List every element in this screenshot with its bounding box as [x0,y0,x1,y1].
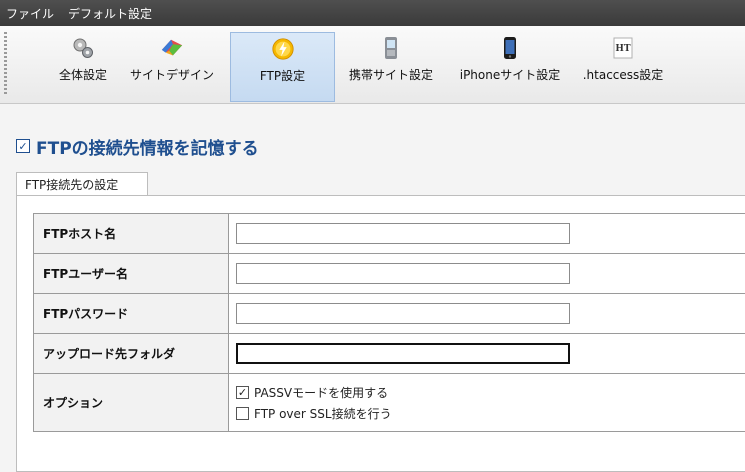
ssl-label[interactable]: FTP over SSL接続を行う [254,405,392,422]
ftp-host-input[interactable] [236,223,570,244]
folder-label: アップロード先フォルダ [33,333,229,374]
upload-folder-input[interactable] [236,343,570,364]
tool-label: .htaccess設定 [582,68,664,82]
ftp-settings-panel: FTPホスト名 FTPユーザー名 FTPパスワード アップロード先フォルダ オプ… [16,195,745,472]
ftp-form-table: FTPホスト名 FTPユーザー名 FTPパスワード アップロード先フォルダ オプ… [33,213,745,432]
palette-icon [160,36,184,60]
toolbar: 全体設定 サイトデザイン FTP設定 携帯サイト設定 iPhoneサイト設定 H… [0,26,745,104]
pasv-checkbox[interactable]: ✓ [236,385,249,399]
menu-file[interactable]: ファイル [6,5,54,22]
options-label: オプション [33,373,229,432]
form-row-folder: アップロード先フォルダ [33,333,745,374]
gear-icon [71,36,95,60]
tab-ftp-connection-settings[interactable]: FTP接続先の設定 [16,172,148,196]
tool-general-settings[interactable]: 全体設定 [50,32,116,102]
host-label: FTPホスト名 [33,213,229,254]
pasv-option[interactable]: ✓ PASSVモードを使用する [236,382,745,403]
pasv-label[interactable]: PASSVモードを使用する [254,384,388,401]
ftp-bolt-icon [271,37,295,61]
mobile-phone-icon [379,36,403,60]
tool-label: FTP設定 [259,69,306,83]
tool-site-design[interactable]: サイトデザイン [118,32,226,102]
toolbar-grip[interactable] [4,32,7,96]
htaccess-icon-text: HT [615,44,631,54]
menu-bar: ファイル デフォルト設定 [0,0,745,26]
tool-label: 携帯サイト設定 [348,68,433,82]
tab-label: FTP接続先の設定 [25,178,119,192]
tool-htaccess-settings[interactable]: HT .htaccess設定 [573,32,673,102]
remember-ftp-checkbox[interactable]: ✓ [16,139,30,153]
ssl-option[interactable]: FTP over SSL接続を行う [236,403,745,424]
remember-ftp-section: ✓ FTPの接続先情報を記憶する [16,134,259,159]
form-row-options: オプション ✓ PASSVモードを使用する FTP over SSL接続を行う [33,373,745,432]
user-label: FTPユーザー名 [33,253,229,294]
tool-iphone-site-settings[interactable]: iPhoneサイト設定 [449,32,571,102]
password-label: FTPパスワード [33,293,229,334]
htaccess-icon: HT [611,36,635,60]
form-row-user: FTPユーザー名 [33,253,745,294]
tool-label: iPhoneサイト設定 [459,68,561,82]
ssl-checkbox[interactable] [236,406,249,420]
iphone-icon [498,36,522,60]
tool-label: サイトデザイン [129,68,214,82]
ftp-user-input[interactable] [236,263,570,284]
ftp-password-input[interactable] [236,303,570,324]
remember-ftp-label[interactable]: FTPの接続先情報を記憶する [36,134,259,159]
form-row-host: FTPホスト名 [33,213,745,254]
tool-ftp-settings[interactable]: FTP設定 [230,32,335,102]
tool-mobile-site-settings[interactable]: 携帯サイト設定 [339,32,443,102]
tool-label: 全体設定 [58,68,107,82]
menu-default-settings[interactable]: デフォルト設定 [68,5,152,22]
form-row-password: FTPパスワード [33,293,745,334]
